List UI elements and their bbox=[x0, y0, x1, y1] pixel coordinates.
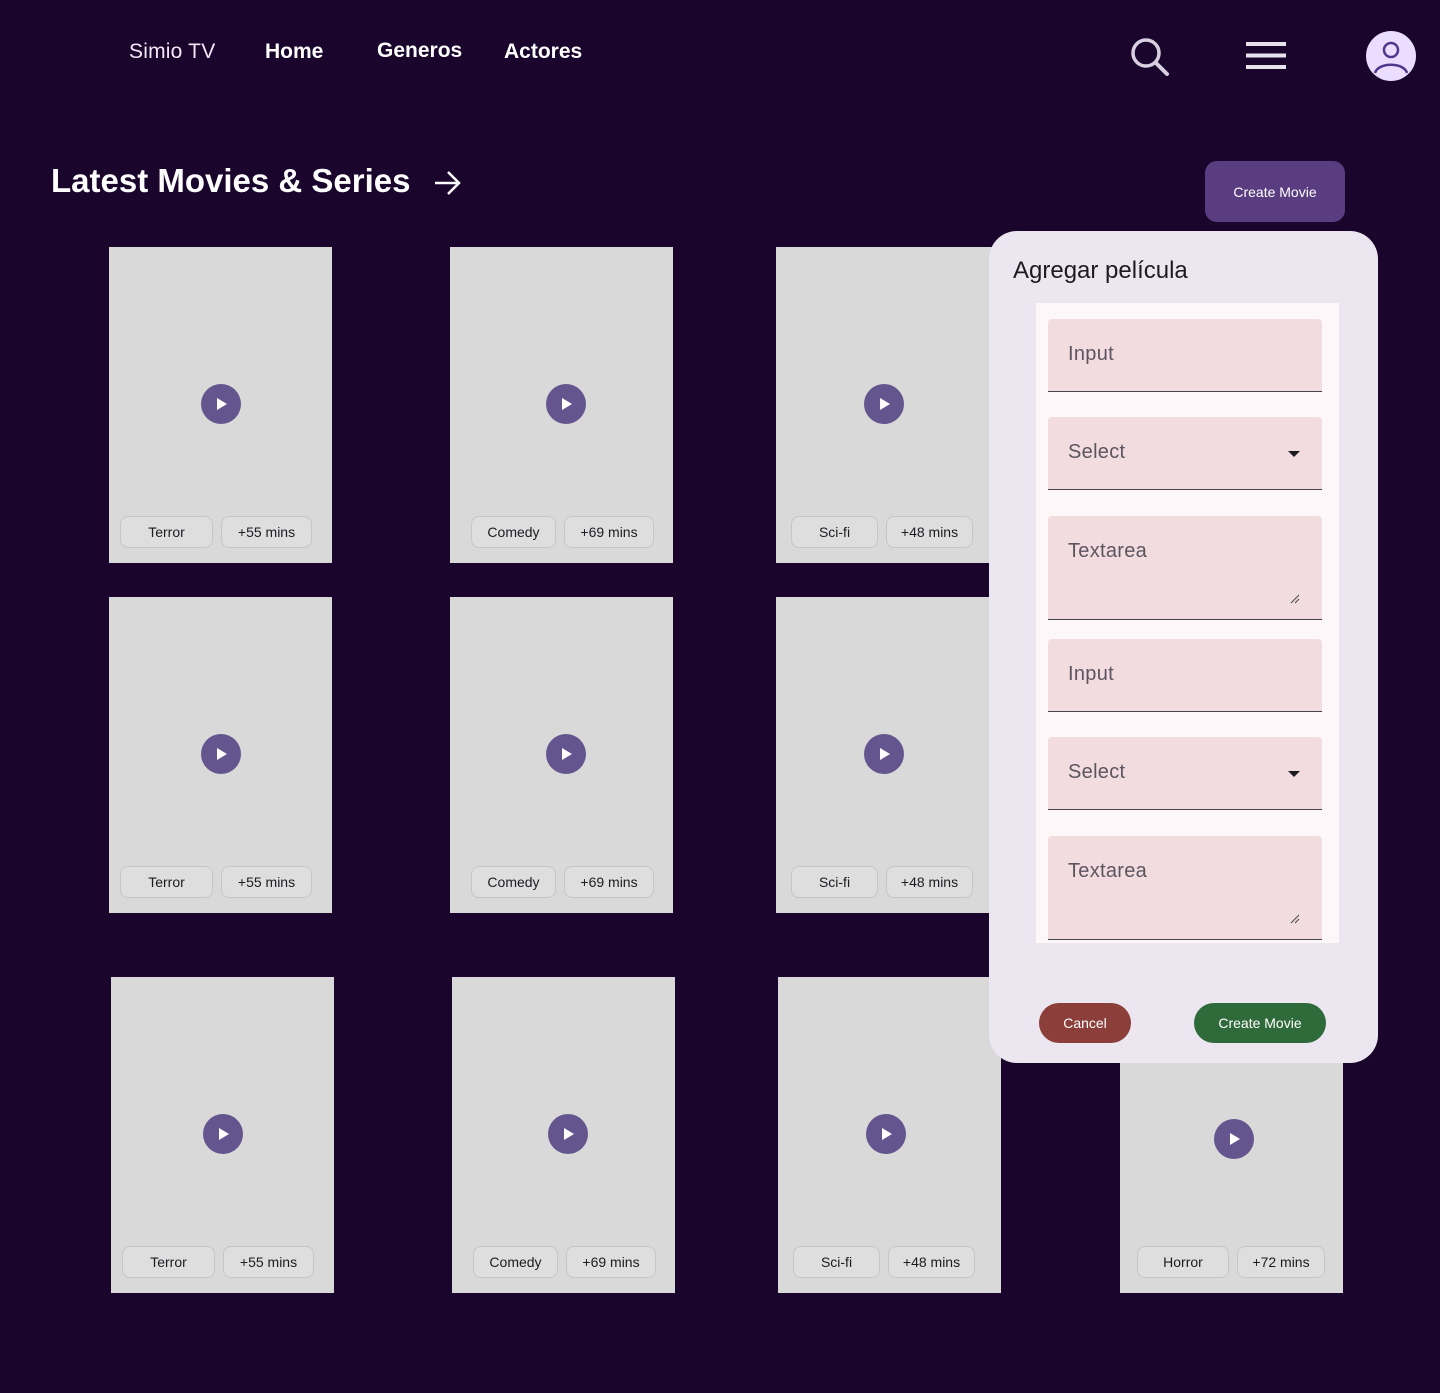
play-icon[interactable] bbox=[864, 384, 904, 424]
create-movie-button[interactable]: Create Movie bbox=[1205, 161, 1345, 222]
genre-chip[interactable]: Sci-fi bbox=[791, 516, 878, 548]
nav-generos[interactable]: Generos bbox=[377, 39, 462, 63]
section-title: Latest Movies & Series bbox=[51, 162, 411, 199]
nav-home[interactable]: Home bbox=[265, 40, 323, 64]
field-label: Select bbox=[1068, 441, 1126, 463]
movie-card[interactable]: Comedy +69 mins bbox=[450, 597, 673, 913]
duration-chip[interactable]: +48 mins bbox=[886, 866, 973, 898]
movie-card[interactable]: Comedy +69 mins bbox=[450, 247, 673, 563]
textarea-field[interactable]: Textarea bbox=[1048, 516, 1322, 620]
genre-chip[interactable]: Comedy bbox=[471, 866, 556, 898]
brand-logo[interactable]: Simio TV bbox=[129, 40, 215, 64]
play-icon[interactable] bbox=[1214, 1119, 1254, 1159]
duration-chip[interactable]: +69 mins bbox=[564, 516, 654, 548]
genre-chip[interactable]: Horror bbox=[1137, 1246, 1229, 1278]
field-label: Select bbox=[1068, 761, 1126, 783]
dialog-title: Agregar película bbox=[1013, 257, 1188, 284]
movie-card[interactable]: Sci-fi +48 mins bbox=[776, 247, 999, 563]
input-field[interactable]: Input bbox=[1048, 639, 1322, 712]
duration-chip[interactable]: +48 mins bbox=[886, 516, 973, 548]
movie-card[interactable]: Terror +55 mins bbox=[109, 247, 332, 563]
play-icon[interactable] bbox=[203, 1114, 243, 1154]
genre-chip[interactable]: Sci-fi bbox=[793, 1246, 880, 1278]
add-movie-dialog: Agregar película Input Select Textarea Inpu… bbox=[989, 231, 1378, 1063]
genre-chip[interactable]: Terror bbox=[122, 1246, 215, 1278]
search-icon[interactable] bbox=[1128, 35, 1172, 84]
nav-actores[interactable]: Actores bbox=[504, 40, 582, 64]
genre-chip[interactable]: Terror bbox=[120, 516, 213, 548]
duration-chip[interactable]: +69 mins bbox=[566, 1246, 656, 1278]
select-field[interactable]: Select bbox=[1048, 417, 1322, 490]
play-icon[interactable] bbox=[201, 734, 241, 774]
movie-card[interactable]: Terror +55 mins bbox=[111, 977, 334, 1293]
genre-chip[interactable]: Comedy bbox=[471, 516, 556, 548]
play-icon[interactable] bbox=[866, 1114, 906, 1154]
duration-chip[interactable]: +72 mins bbox=[1237, 1246, 1325, 1278]
account-icon[interactable] bbox=[1366, 31, 1416, 81]
dropdown-arrow-icon[interactable] bbox=[1288, 451, 1300, 457]
resize-handle-icon[interactable] bbox=[1290, 591, 1300, 609]
movie-card[interactable]: Sci-fi +48 mins bbox=[778, 977, 1001, 1293]
create-movie-submit-button[interactable]: Create Movie bbox=[1194, 1003, 1326, 1043]
play-icon[interactable] bbox=[548, 1114, 588, 1154]
resize-handle-icon[interactable] bbox=[1290, 911, 1300, 929]
movie-card[interactable]: Terror +55 mins bbox=[109, 597, 332, 913]
textarea-field[interactable]: Textarea bbox=[1048, 836, 1322, 940]
play-icon[interactable] bbox=[546, 734, 586, 774]
arrow-right-icon[interactable] bbox=[432, 168, 462, 203]
form-area: Input Select Textarea Input Select Textarea bbox=[1036, 303, 1339, 943]
movie-card[interactable]: Sci-fi +48 mins bbox=[776, 597, 999, 913]
play-icon[interactable] bbox=[201, 384, 241, 424]
cancel-button[interactable]: Cancel bbox=[1039, 1003, 1131, 1043]
field-label: Textarea bbox=[1068, 540, 1148, 562]
input-field[interactable]: Input bbox=[1048, 319, 1322, 392]
duration-chip[interactable]: +48 mins bbox=[888, 1246, 975, 1278]
dropdown-arrow-icon[interactable] bbox=[1288, 771, 1300, 777]
select-field[interactable]: Select bbox=[1048, 737, 1322, 810]
duration-chip[interactable]: +69 mins bbox=[564, 866, 654, 898]
play-icon[interactable] bbox=[546, 384, 586, 424]
field-label: Input bbox=[1068, 343, 1114, 365]
movie-card[interactable]: Comedy +69 mins bbox=[452, 977, 675, 1293]
play-icon[interactable] bbox=[864, 734, 904, 774]
genre-chip[interactable]: Sci-fi bbox=[791, 866, 878, 898]
genre-chip[interactable]: Terror bbox=[120, 866, 213, 898]
genre-chip[interactable]: Comedy bbox=[473, 1246, 558, 1278]
duration-chip[interactable]: +55 mins bbox=[221, 516, 312, 548]
field-label: Textarea bbox=[1068, 860, 1148, 882]
duration-chip[interactable]: +55 mins bbox=[221, 866, 312, 898]
duration-chip[interactable]: +55 mins bbox=[223, 1246, 314, 1278]
menu-icon[interactable] bbox=[1246, 42, 1286, 75]
field-label: Input bbox=[1068, 663, 1114, 685]
